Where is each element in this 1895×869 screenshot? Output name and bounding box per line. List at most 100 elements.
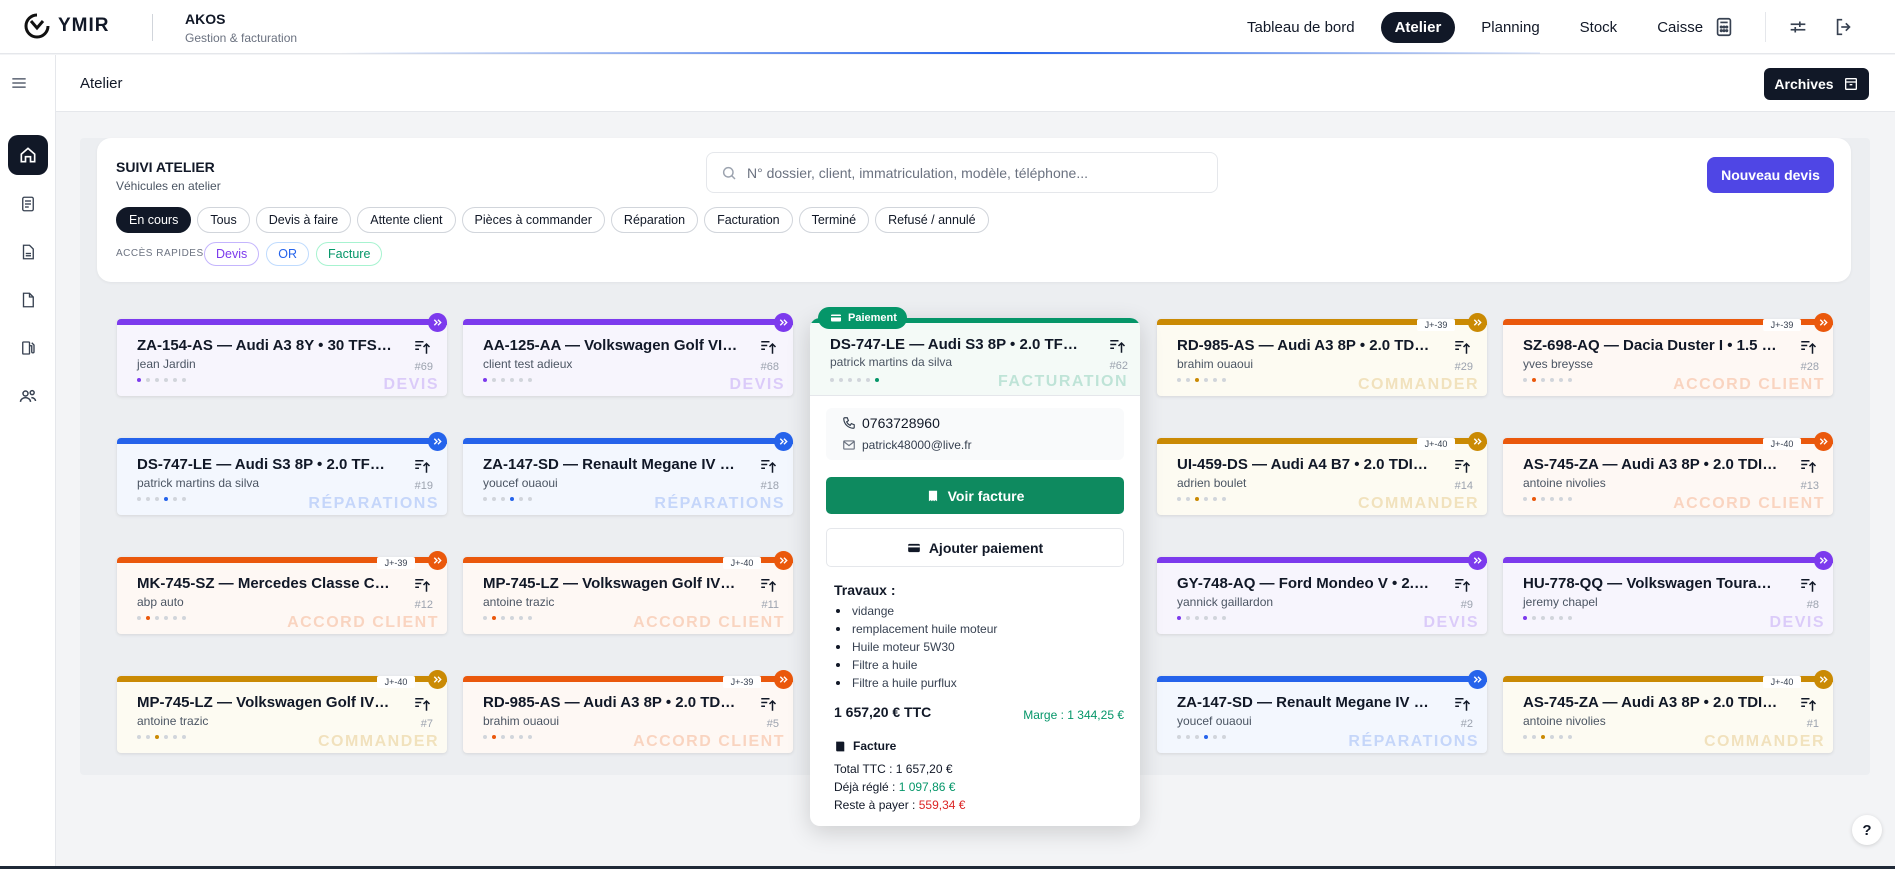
progress-dot bbox=[1204, 735, 1208, 739]
move-icon[interactable] bbox=[413, 695, 431, 713]
vehicle-card[interactable]: HU-778-QQ — Volkswagen Touran I • ... jer… bbox=[1503, 557, 1833, 634]
invoice-section-title: Facture bbox=[834, 739, 896, 753]
chip-en-cours[interactable]: En cours bbox=[116, 207, 192, 233]
view-invoice-button[interactable]: Voir facture bbox=[826, 477, 1124, 514]
sidebar-item-files[interactable] bbox=[8, 232, 48, 272]
advance-stage-button[interactable] bbox=[1814, 670, 1833, 689]
advance-stage-button[interactable] bbox=[1814, 313, 1833, 332]
move-icon[interactable] bbox=[759, 338, 777, 356]
vehicle-card[interactable]: GY-748-AQ — Ford Mondeo V • 2.0 Ec... yan… bbox=[1157, 557, 1487, 634]
menu-toggle-icon[interactable] bbox=[9, 73, 29, 93]
sidebar-item-documents[interactable] bbox=[8, 184, 48, 224]
nav-stock[interactable]: Stock bbox=[1566, 12, 1632, 43]
popup-move-icon[interactable] bbox=[1108, 337, 1126, 355]
search-input[interactable] bbox=[747, 153, 1207, 192]
chip-facturation[interactable]: Facturation bbox=[704, 207, 793, 233]
advance-stage-button[interactable] bbox=[774, 670, 793, 689]
sidebar-item-fuel[interactable] bbox=[8, 328, 48, 368]
logout-icon[interactable] bbox=[1833, 16, 1855, 38]
progress-dot bbox=[501, 378, 505, 382]
advance-stage-button[interactable] bbox=[428, 551, 447, 570]
move-icon[interactable] bbox=[413, 338, 431, 356]
vehicle-card[interactable]: ZA-154-AS — Audi A3 8Y • 30 TFSI 110... j… bbox=[117, 319, 447, 396]
advance-stage-button[interactable] bbox=[1468, 432, 1487, 451]
vehicle-card[interactable]: ZA-147-SD — Renault Megane IV • 1.6 ... y… bbox=[1157, 676, 1487, 753]
move-icon[interactable] bbox=[759, 695, 777, 713]
move-icon[interactable] bbox=[1453, 338, 1471, 356]
card-progress-dots bbox=[1523, 616, 1577, 620]
progress-dot bbox=[1222, 497, 1226, 501]
vehicle-card[interactable]: DS-747-LE — Audi S3 8P • 2.0 TFSI 26... p… bbox=[117, 438, 447, 515]
card-client: jean Jardin bbox=[137, 357, 196, 371]
move-icon[interactable] bbox=[1799, 695, 1817, 713]
advance-stage-button[interactable] bbox=[1468, 551, 1487, 570]
invoice-due-line: Reste à payer : 559,34 € bbox=[834, 798, 965, 812]
sidebar-item-blank[interactable] bbox=[8, 280, 48, 320]
archives-button[interactable]: Archives bbox=[1764, 68, 1869, 100]
top-progress-line bbox=[340, 52, 1540, 54]
move-icon[interactable] bbox=[1799, 338, 1817, 356]
move-icon[interactable] bbox=[1453, 457, 1471, 475]
client-phone[interactable]: 0763728960 bbox=[862, 415, 940, 431]
nav-tableau-de-bord[interactable]: Tableau de bord bbox=[1233, 12, 1369, 43]
move-icon[interactable] bbox=[1453, 695, 1471, 713]
quick-devis[interactable]: Devis bbox=[204, 242, 260, 266]
progress-dot bbox=[848, 378, 852, 382]
move-icon[interactable] bbox=[1799, 457, 1817, 475]
advance-stage-button[interactable] bbox=[774, 551, 793, 570]
advance-stage-button[interactable] bbox=[1468, 670, 1487, 689]
brand-logo[interactable]: YMIR bbox=[22, 11, 110, 41]
move-icon[interactable] bbox=[1799, 576, 1817, 594]
progress-dot bbox=[519, 497, 523, 501]
move-icon[interactable] bbox=[413, 457, 431, 475]
move-icon[interactable] bbox=[759, 576, 777, 594]
nav-planning[interactable]: Planning bbox=[1467, 12, 1553, 43]
invoice-total-value: 1 657,20 € bbox=[895, 762, 953, 776]
advance-stage-button[interactable] bbox=[428, 313, 447, 332]
move-icon[interactable] bbox=[413, 576, 431, 594]
progress-dot bbox=[1550, 616, 1554, 620]
chip-refuse-annule[interactable]: Refusé / annulé bbox=[875, 207, 989, 233]
progress-dot bbox=[501, 497, 505, 501]
advance-stage-button[interactable] bbox=[428, 432, 447, 451]
main-nav: Tableau de bord Atelier Planning Stock C… bbox=[1227, 12, 1723, 43]
vehicle-card[interactable]: ZA-147-SD — Renault Megane IV • 1.6 ... y… bbox=[463, 438, 793, 515]
advance-stage-button[interactable] bbox=[774, 432, 793, 451]
progress-dot bbox=[483, 735, 487, 739]
chip-devis-a-faire[interactable]: Devis à faire bbox=[255, 207, 352, 233]
quick-facture[interactable]: Facture bbox=[316, 242, 383, 266]
chip-termine[interactable]: Terminé bbox=[798, 207, 870, 233]
chip-attente-client[interactable]: Attente client bbox=[357, 207, 456, 233]
calculator-icon[interactable] bbox=[1713, 16, 1735, 38]
chip-reparation[interactable]: Réparation bbox=[610, 207, 699, 233]
card-title: RD-985-AS — Audi A3 8P • 2.0 TDI • 1... bbox=[483, 694, 738, 711]
advance-stage-button[interactable] bbox=[428, 670, 447, 689]
chip-pieces-a-commander[interactable]: Pièces à commander bbox=[461, 207, 605, 233]
progress-dot bbox=[164, 378, 168, 382]
chip-tous[interactable]: Tous bbox=[197, 207, 250, 233]
progress-dot bbox=[1523, 735, 1527, 739]
add-payment-button[interactable]: Ajouter paiement bbox=[826, 528, 1124, 567]
sidebar-item-users[interactable] bbox=[8, 376, 48, 416]
move-icon[interactable] bbox=[1453, 576, 1471, 594]
advance-stage-button[interactable] bbox=[1468, 313, 1487, 332]
progress-dot bbox=[1222, 735, 1226, 739]
sliders-icon[interactable] bbox=[1787, 16, 1809, 38]
client-email[interactable]: patrick48000@live.fr bbox=[862, 438, 972, 452]
move-icon[interactable] bbox=[759, 457, 777, 475]
nav-caisse[interactable]: Caisse bbox=[1643, 12, 1717, 43]
sidebar-item-home[interactable] bbox=[8, 135, 48, 175]
quick-or[interactable]: OR bbox=[266, 242, 310, 266]
advance-stage-button[interactable] bbox=[1814, 551, 1833, 570]
advance-stage-button[interactable] bbox=[774, 313, 793, 332]
advance-stage-button[interactable] bbox=[1814, 432, 1833, 451]
help-button[interactable]: ? bbox=[1852, 815, 1882, 845]
nav-atelier[interactable]: Atelier bbox=[1380, 12, 1456, 43]
card-stage: ACCORD CLIENT bbox=[287, 614, 439, 631]
card-client: brahim ouaoui bbox=[483, 714, 560, 728]
card-number: #12 bbox=[414, 599, 433, 611]
new-quote-button[interactable]: Nouveau devis bbox=[1707, 157, 1834, 193]
double-chevron-right-icon bbox=[433, 438, 442, 445]
progress-dot bbox=[1177, 378, 1181, 382]
vehicle-card[interactable]: AA-125-AA — Volkswagen Golf VIII • 1....… bbox=[463, 319, 793, 396]
